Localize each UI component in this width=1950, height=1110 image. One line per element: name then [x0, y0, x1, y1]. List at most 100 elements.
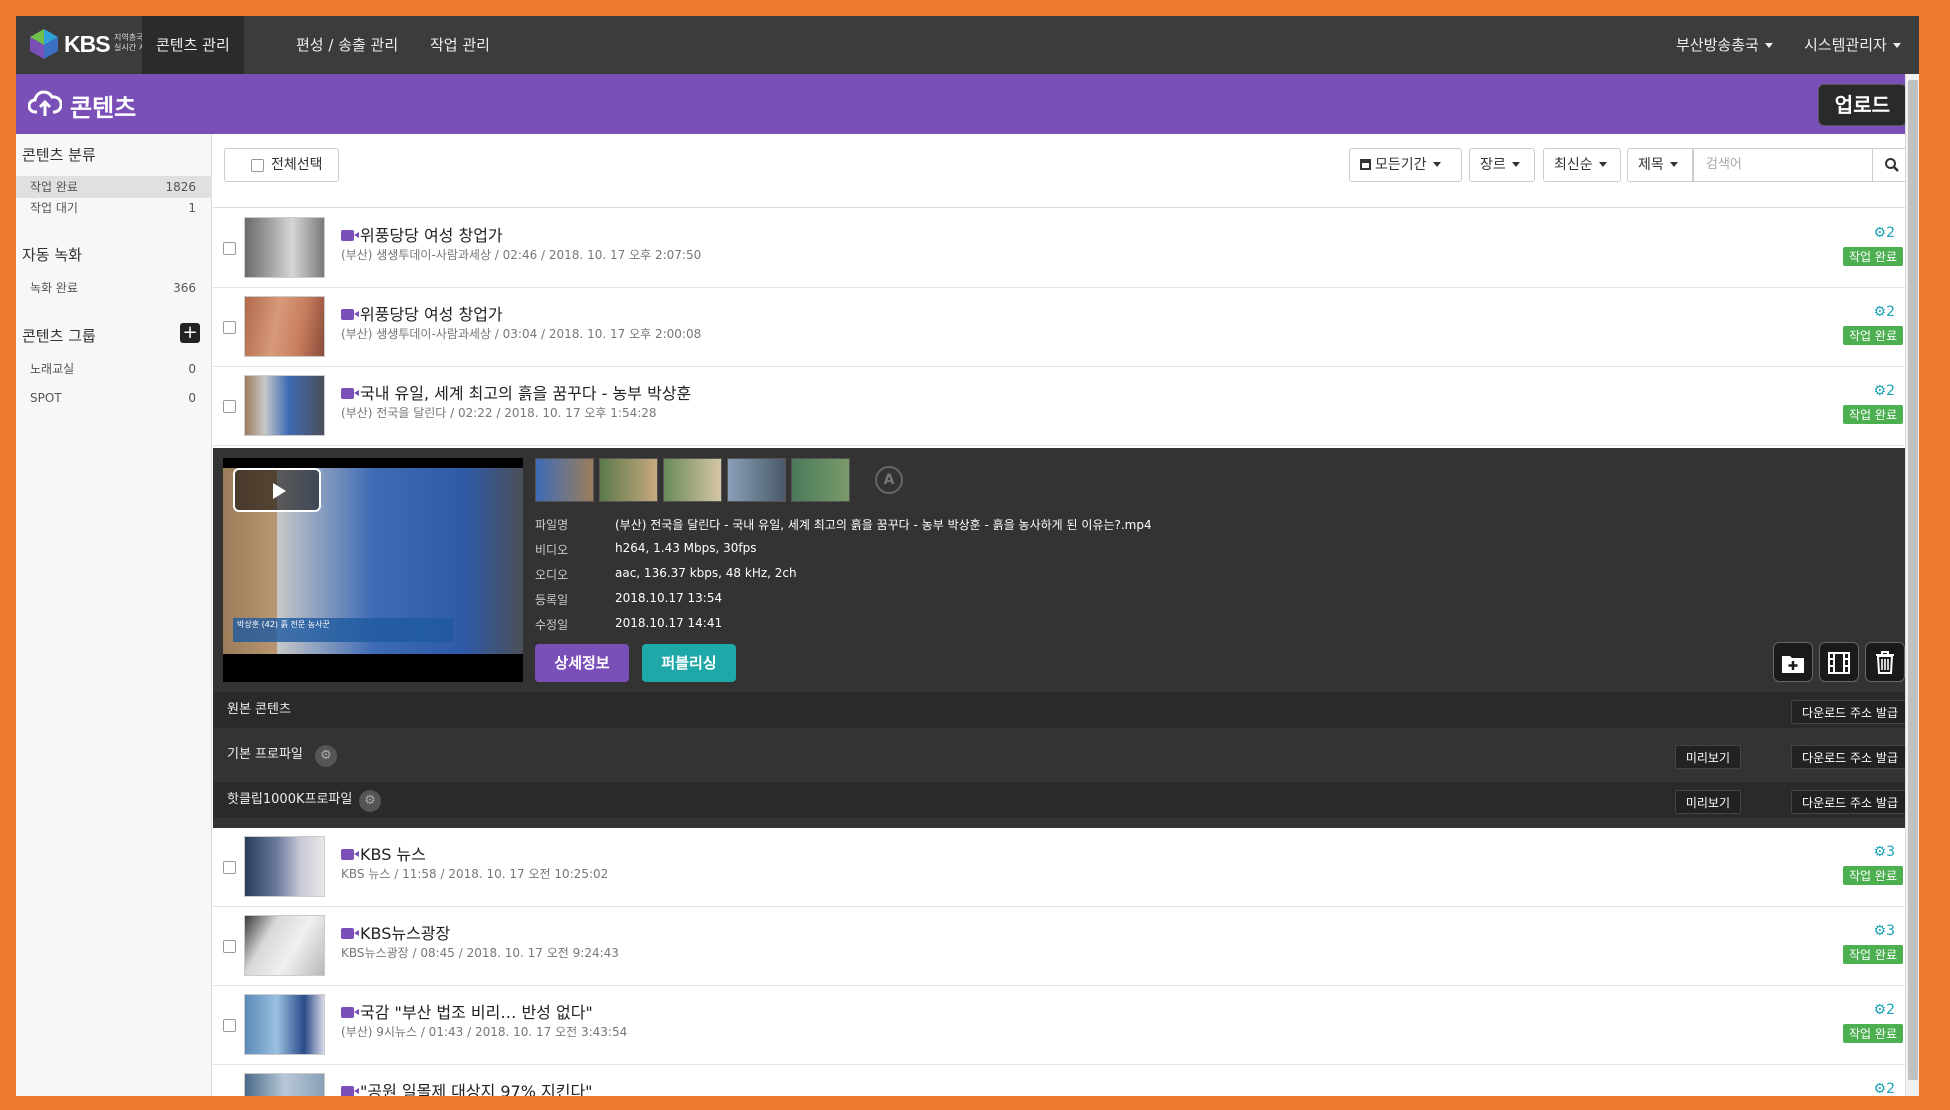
content-title[interactable]: "공원 일몰제 대상지 97% 지킨다": [341, 1078, 593, 1096]
scene-thumbnail[interactable]: [599, 458, 658, 502]
job-count[interactable]: ⚙3: [1874, 844, 1895, 860]
nav-content-management[interactable]: 콘텐츠 관리: [142, 16, 244, 74]
download-link-button[interactable]: 다운로드 주소 발급: [1791, 790, 1909, 814]
user-dropdown[interactable]: 시스템관리자: [1804, 16, 1901, 74]
gear-icon: ⚙: [1873, 1002, 1887, 1018]
content-row[interactable]: KBS뉴스광장 KBS뉴스광장 / 08:45 / 2018. 10. 17 오…: [213, 907, 1919, 986]
row-checkbox[interactable]: [223, 861, 236, 874]
scene-thumbnail[interactable]: [663, 458, 722, 502]
content-thumbnail[interactable]: [244, 375, 325, 436]
content-row[interactable]: 국내 유일, 세계 최고의 흙을 꿈꾸다 - 농부 박상훈 (부산) 전국을 달…: [213, 367, 1919, 446]
detail-info-button[interactable]: 상세정보: [535, 644, 629, 682]
content-list-panel: 전체선택 모든기간 장르 최신순 제목 검색어 위풍당당 여성 창업가 (부산)…: [213, 134, 1919, 1096]
job-count[interactable]: ⚙2: [1874, 304, 1895, 320]
content-meta: (부산) 생생투데이-사람과세상 / 03:04 / 2018. 10. 17 …: [341, 327, 702, 341]
cloud-upload-icon: [28, 90, 62, 116]
scene-thumbnail[interactable]: [791, 458, 850, 502]
content-row[interactable]: 위풍당당 여성 창업가 (부산) 생생투데이-사람과세상 / 03:04 / 2…: [213, 288, 1919, 367]
sort-dropdown[interactable]: 최신순: [1543, 148, 1621, 182]
edit-video-button[interactable]: [1819, 642, 1859, 682]
content-thumbnail[interactable]: [244, 915, 325, 976]
content-title[interactable]: 위풍당당 여성 창업가: [341, 301, 503, 325]
film-icon: [1828, 652, 1850, 674]
row-checkbox[interactable]: [223, 1019, 236, 1032]
preview-button[interactable]: 미리보기: [1674, 790, 1741, 814]
content-thumbnail[interactable]: [244, 217, 325, 278]
gear-icon[interactable]: ⚙: [315, 745, 337, 767]
auto-extract-icon[interactable]: A: [875, 466, 903, 494]
genre-filter-dropdown[interactable]: 장르: [1469, 148, 1535, 182]
nav-job-management[interactable]: 작업 관리: [416, 16, 504, 74]
sidebar-item-label: 녹화 완료: [30, 281, 78, 295]
job-count[interactable]: ⚙3: [1874, 923, 1895, 939]
row-checkbox[interactable]: [223, 321, 236, 334]
add-to-group-button[interactable]: [1773, 642, 1813, 682]
gear-icon: ⚙: [1873, 225, 1887, 241]
job-count-value: 2: [1886, 383, 1895, 399]
sidebar-item-record-complete[interactable]: 녹화 완료 366: [16, 277, 212, 299]
select-all-button[interactable]: 전체선택: [224, 148, 339, 182]
publish-button[interactable]: 퍼블리싱: [642, 644, 736, 682]
job-count[interactable]: ⚙2: [1874, 383, 1895, 399]
play-button[interactable]: [233, 468, 321, 512]
status-badge: 작업 완료: [1843, 945, 1903, 964]
content-title[interactable]: KBS뉴스광장: [341, 920, 450, 944]
station-label: 부산방송총국: [1676, 36, 1759, 54]
sidebar-item-job-waiting[interactable]: 작업 대기 1: [16, 197, 212, 219]
content-title[interactable]: KBS 뉴스: [341, 841, 426, 865]
delete-button[interactable]: [1865, 642, 1905, 682]
chevron-down-icon: [1511, 162, 1520, 167]
row-checkbox[interactable]: [223, 400, 236, 413]
sidebar-item-job-complete[interactable]: 작업 완료 1826: [16, 176, 212, 198]
search-field-dropdown[interactable]: 제목: [1627, 148, 1693, 182]
period-filter-dropdown[interactable]: 모든기간: [1349, 148, 1462, 182]
station-dropdown[interactable]: 부산방송총국: [1676, 16, 1773, 74]
chevron-down-icon: [1598, 162, 1607, 167]
content-title[interactable]: 국감 "부산 법조 비리… 반성 없다": [341, 999, 593, 1023]
row-checkbox[interactable]: [223, 242, 236, 255]
content-thumbnail[interactable]: [244, 836, 325, 897]
sidebar-item-count: 0: [188, 362, 196, 376]
content-title[interactable]: 국내 유일, 세계 최고의 흙을 꿈꾸다 - 농부 박상훈: [341, 380, 691, 404]
video-camera-icon: [341, 388, 359, 399]
content-row[interactable]: "공원 일몰제 대상지 97% 지킨다" ⚙2: [213, 1065, 1919, 1096]
video-player[interactable]: 박상훈 (42) 흙 전문 농사꾼: [223, 458, 523, 682]
select-all-checkbox[interactable]: [251, 159, 264, 172]
period-label: 모든기간: [1375, 157, 1427, 173]
page-scrollbar[interactable]: [1905, 74, 1919, 1096]
content-thumbnail[interactable]: [244, 994, 325, 1055]
content-thumbnail[interactable]: [244, 1073, 325, 1096]
content-row[interactable]: 국감 "부산 법조 비리… 반성 없다" (부산) 9시뉴스 / 01:43 /…: [213, 986, 1919, 1065]
chevron-down-icon: [1892, 43, 1901, 48]
row-checkbox[interactable]: [223, 940, 236, 953]
content-title[interactable]: 위풍당당 여성 창업가: [341, 222, 503, 246]
video-camera-icon: [341, 1007, 359, 1018]
sidebar-item-count: 366: [173, 281, 196, 295]
nav-schedule-management[interactable]: 편성 / 송출 관리: [282, 16, 412, 74]
job-count[interactable]: ⚙2: [1874, 1002, 1895, 1018]
job-count[interactable]: ⚙2: [1874, 1081, 1895, 1096]
content-meta: KBS뉴스광장 / 08:45 / 2018. 10. 17 오전 9:24:4…: [341, 946, 619, 960]
scene-thumbnail[interactable]: [727, 458, 786, 502]
sidebar-item-label: 노래교실: [30, 362, 75, 376]
add-group-button[interactable]: +: [180, 323, 200, 343]
upload-button[interactable]: 업로드: [1817, 84, 1907, 126]
gear-icon[interactable]: ⚙: [359, 790, 381, 812]
preview-button[interactable]: 미리보기: [1674, 745, 1741, 769]
content-row[interactable]: KBS 뉴스 KBS 뉴스 / 11:58 / 2018. 10. 17 오전 …: [213, 828, 1919, 907]
download-link-button[interactable]: 다운로드 주소 발급: [1791, 745, 1909, 769]
download-link-button[interactable]: 다운로드 주소 발급: [1791, 700, 1909, 724]
sidebar-item-group[interactable]: 노래교실 0: [16, 358, 212, 380]
content-thumbnail[interactable]: [244, 296, 325, 357]
job-count[interactable]: ⚙2: [1874, 225, 1895, 241]
scrollbar-thumb[interactable]: [1908, 80, 1918, 1080]
chevron-down-icon: [1432, 162, 1441, 167]
content-row[interactable]: 위풍당당 여성 창업가 (부산) 생생투데이-사람과세상 / 02:46 / 2…: [213, 209, 1919, 288]
nav-label: 콘텐츠 관리: [156, 36, 230, 54]
sidebar-item-group[interactable]: SPOT 0: [16, 387, 212, 409]
sidebar-section-content-group: 콘텐츠 그룹: [22, 327, 96, 345]
search-input[interactable]: 검색어: [1693, 148, 1873, 182]
sidebar-section-auto-record: 자동 녹화: [22, 246, 82, 264]
scene-thumbnail[interactable]: [535, 458, 594, 502]
modified-label: 수정일: [535, 618, 569, 632]
